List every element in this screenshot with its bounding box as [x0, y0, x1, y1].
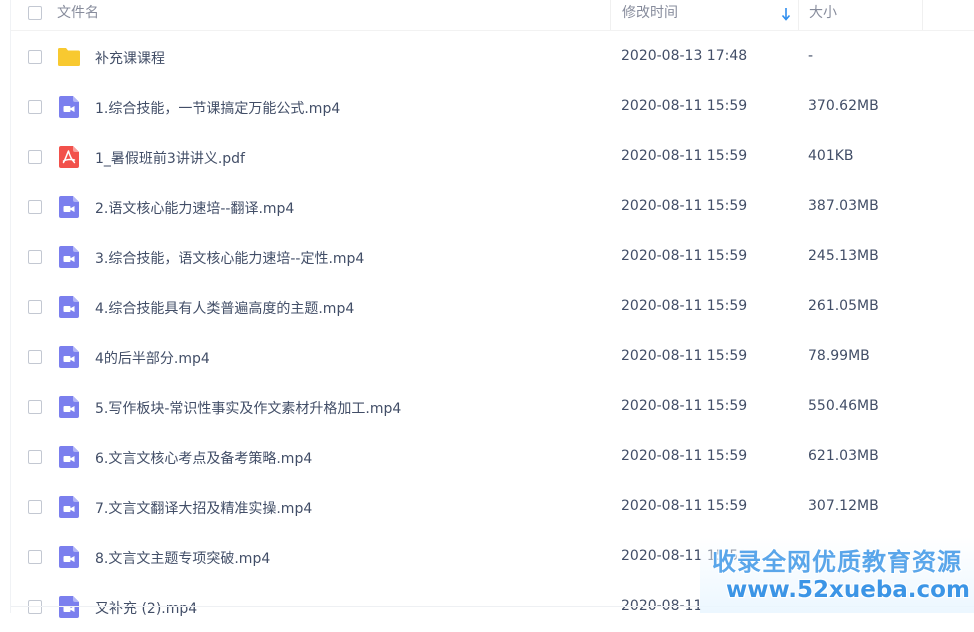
file-size: 261.05MB	[808, 298, 879, 314]
video-file-icon	[57, 395, 81, 419]
video-file-icon	[57, 495, 81, 519]
file-modified-time: 2020-08-11 15:59	[621, 348, 748, 364]
video-file-icon	[57, 95, 81, 119]
file-modified-time: 2020-08-11 15:59	[621, 148, 748, 164]
file-size: 401KB	[808, 148, 854, 164]
file-modified-time: 2020-08-11 15:59	[621, 498, 748, 514]
column-header-time-label: 修改时间	[622, 5, 678, 21]
file-modified-time: 2020-08-11 15:59	[621, 248, 748, 264]
file-size: 550.46MB	[808, 398, 879, 414]
file-name[interactable]: 4.综合技能具有人类普遍高度的主题.mp4	[95, 298, 354, 318]
file-name[interactable]: 2.语文核心能力速培--翻译.mp4	[95, 198, 294, 218]
row-checkbox[interactable]	[28, 600, 42, 614]
column-header-name[interactable]: 文件名	[57, 0, 99, 30]
row-checkbox[interactable]	[28, 350, 42, 364]
video-file-icon	[57, 295, 81, 319]
column-header-extra	[922, 0, 974, 30]
watermark-slogan: 收录全网优质教育资源	[712, 548, 962, 576]
file-name[interactable]: 8.文言文主题专项突破.mp4	[95, 548, 270, 568]
video-file-icon	[57, 595, 81, 619]
file-row[interactable]: 1.综合技能，一节课搞定万能公式.mp4 2020-08-11 15:59 370.…	[11, 82, 974, 132]
file-row[interactable]: 4.综合技能具有人类普遍高度的主题.mp4 2020-08-11 15:59 261…	[11, 282, 974, 332]
video-file-icon	[57, 345, 81, 369]
file-name[interactable]: 7.文言文翻译大招及精准实操.mp4	[95, 498, 312, 518]
row-checkbox[interactable]	[28, 150, 42, 164]
row-checkbox[interactable]	[28, 450, 42, 464]
column-header-time[interactable]: 修改时间	[610, 0, 798, 30]
file-size: 245.13MB	[808, 248, 879, 264]
video-file-icon	[57, 445, 81, 469]
sort-down-arrow-icon[interactable]	[781, 7, 791, 21]
row-checkbox[interactable]	[28, 500, 42, 514]
file-modified-time: 2020-08-11 15:59	[621, 448, 748, 464]
file-modified-time: 2020-08-11 15:59	[621, 298, 748, 314]
row-checkbox[interactable]	[28, 400, 42, 414]
column-header-size[interactable]: 大小	[798, 0, 922, 30]
row-checkbox[interactable]	[28, 100, 42, 114]
row-checkbox[interactable]	[28, 50, 42, 64]
select-all-checkbox[interactable]	[28, 6, 42, 20]
folder-icon	[57, 45, 81, 69]
file-modified-time: 2020-08-11 15:59	[621, 398, 748, 414]
video-file-icon	[57, 195, 81, 219]
file-row[interactable]: 4的后半部分.mp4 2020-08-11 15:59 78.99MB	[11, 332, 974, 382]
file-name[interactable]: 4的后半部分.mp4	[95, 348, 210, 368]
file-size: -	[808, 48, 814, 64]
row-checkbox[interactable]	[28, 200, 42, 214]
file-row[interactable]: 补充课课程 2020-08-13 17:48 -	[11, 32, 974, 82]
file-name[interactable]: 5.写作板块-常识性事实及作文素材升格加工.mp4	[95, 398, 401, 418]
file-list-panel: 文件名 修改时间 大小 补充课课程 2020-08-13 17:48 - 1.综合技能…	[10, 0, 974, 618]
watermark-url: www.52xueba.com	[726, 577, 970, 603]
file-name[interactable]: 又补充 (2).mp4	[95, 598, 197, 618]
file-row[interactable]: 3.综合技能，语文核心能力速培--定性.mp4 2020-08-11 15:59 2…	[11, 232, 974, 282]
file-modified-time: 2020-08-13 17:48	[621, 48, 748, 64]
row-checkbox[interactable]	[28, 250, 42, 264]
watermark-banner: 收录全网优质教育资源 www.52xueba.com	[700, 537, 974, 613]
file-name[interactable]: 1_暑假班前3讲讲义.pdf	[95, 148, 245, 168]
file-size: 621.03MB	[808, 448, 879, 464]
file-row[interactable]: 1_暑假班前3讲讲义.pdf 2020-08-11 15:59 401KB	[11, 132, 974, 182]
video-file-icon	[57, 245, 81, 269]
file-row[interactable]: 7.文言文翻译大招及精准实操.mp4 2020-08-11 15:59 307.12…	[11, 482, 974, 532]
file-list-header: 文件名 修改时间 大小	[11, 0, 974, 31]
file-size: 78.99MB	[808, 348, 870, 364]
pdf-file-icon	[57, 145, 81, 169]
file-name[interactable]: 1.综合技能，一节课搞定万能公式.mp4	[95, 98, 340, 118]
file-row[interactable]: 2.语文核心能力速培--翻译.mp4 2020-08-11 15:59 387.03…	[11, 182, 974, 232]
file-name[interactable]: 3.综合技能，语文核心能力速培--定性.mp4	[95, 248, 364, 268]
file-modified-time: 2020-08-11 15:59	[621, 198, 748, 214]
file-name[interactable]: 6.文言文核心考点及备考策略.mp4	[95, 448, 312, 468]
file-modified-time: 2020-08-11 15:59	[621, 98, 748, 114]
file-row[interactable]: 6.文言文核心考点及备考策略.mp4 2020-08-11 15:59 621.03…	[11, 432, 974, 482]
file-row[interactable]: 5.写作板块-常识性事实及作文素材升格加工.mp4 2020-08-11 15:5…	[11, 382, 974, 432]
file-size: 307.12MB	[808, 498, 879, 514]
row-checkbox[interactable]	[28, 300, 42, 314]
row-checkbox[interactable]	[28, 550, 42, 564]
file-name[interactable]: 补充课课程	[95, 48, 165, 68]
file-size: 387.03MB	[808, 198, 879, 214]
file-size: 370.62MB	[808, 98, 879, 114]
video-file-icon	[57, 545, 81, 569]
